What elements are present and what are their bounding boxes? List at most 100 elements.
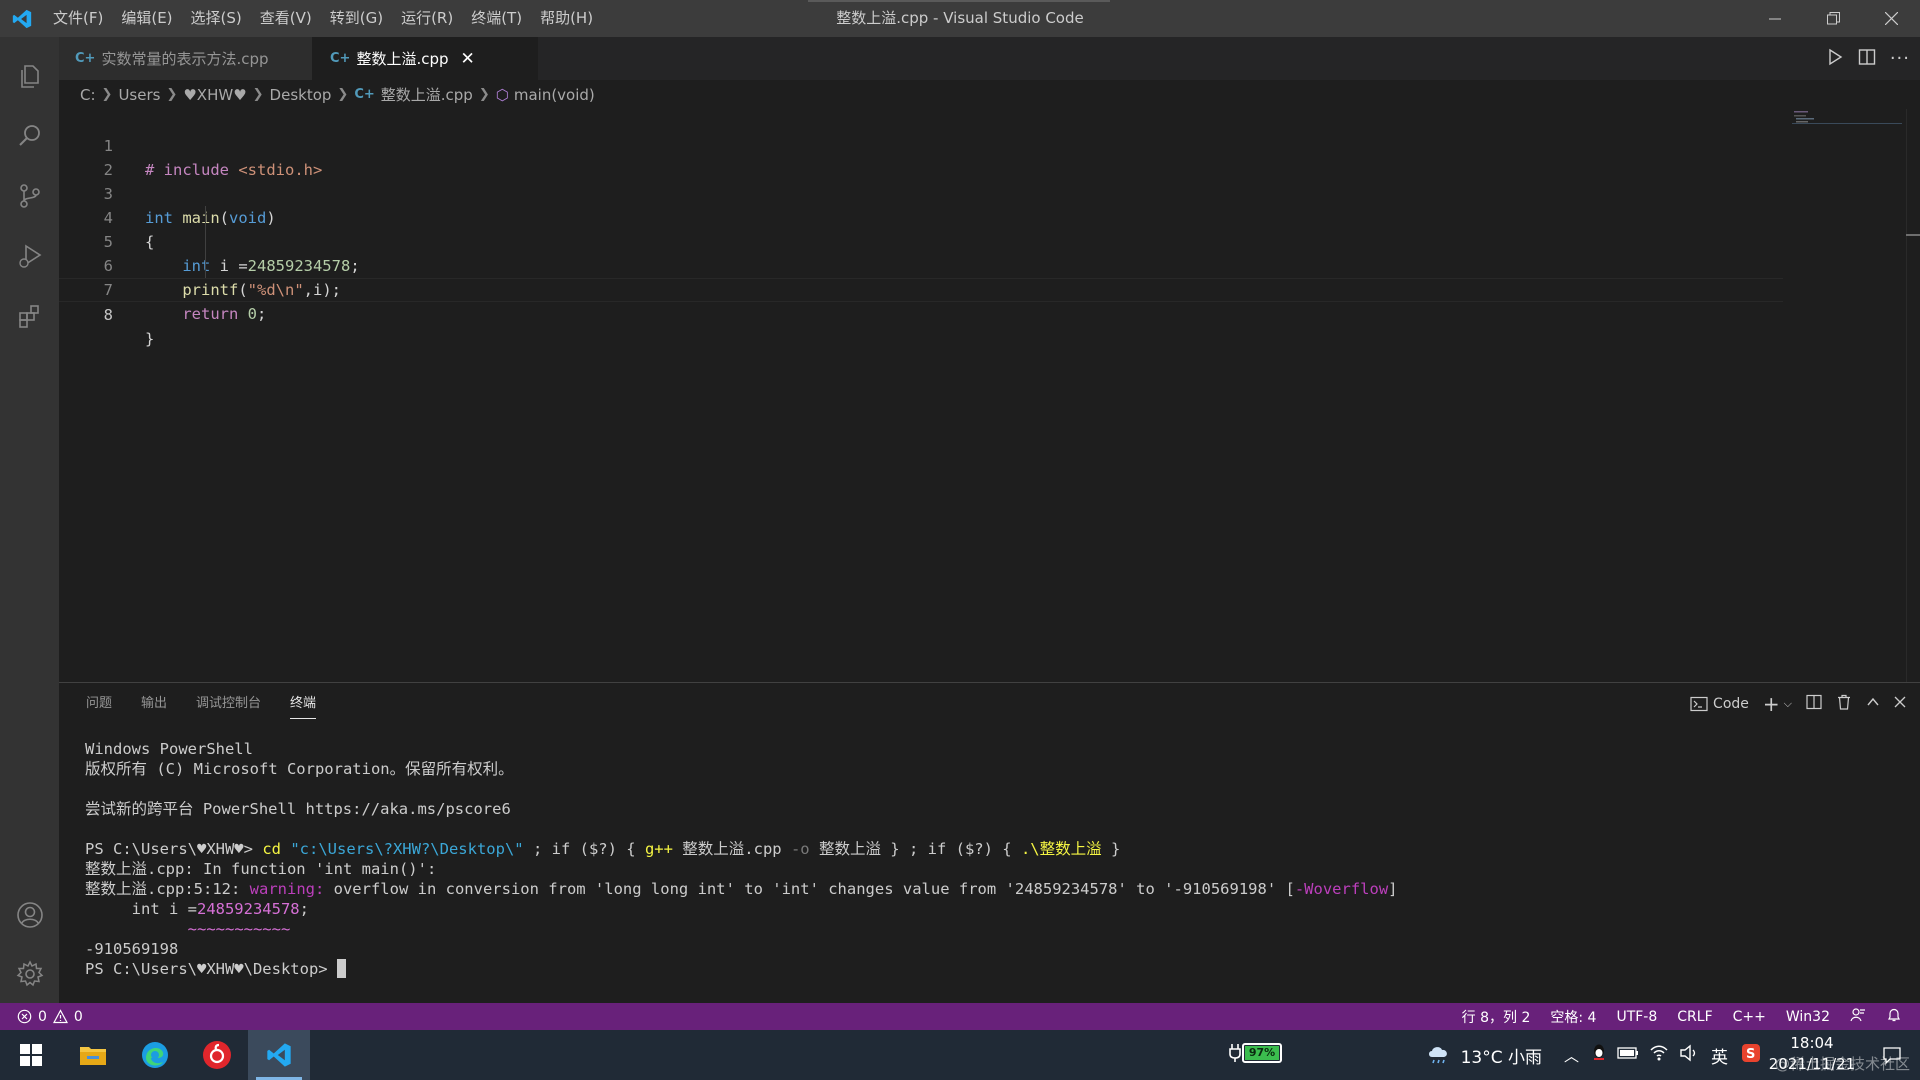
warn-message: overflow in conversion from 'long long i… bbox=[324, 880, 1295, 898]
tab-terminal[interactable]: 终端 bbox=[290, 683, 317, 725]
settings-gear-icon[interactable] bbox=[0, 945, 59, 1003]
window-controls bbox=[1746, 0, 1920, 37]
warn-location: 整数上溢.cpp:5:12: bbox=[85, 880, 250, 898]
tab-real-constants[interactable]: C+ 实数常量的表示方法.cpp bbox=[59, 37, 312, 80]
run-debug-icon[interactable] bbox=[0, 227, 59, 285]
close-tab-icon[interactable]: ✕ bbox=[461, 49, 475, 69]
terminal-squiggle-line: ~~~~~~~~~~~ bbox=[85, 919, 1905, 939]
breadcrumb-file[interactable]: 整数上溢.cpp bbox=[381, 84, 473, 105]
tab-debug-console[interactable]: 调试控制台 bbox=[196, 683, 261, 725]
svg-text:S: S bbox=[1746, 1047, 1755, 1062]
terminal-profile-selector[interactable]: Code bbox=[1690, 696, 1749, 712]
minimize-button[interactable] bbox=[1746, 0, 1804, 37]
tab-label: 实数常量的表示方法.cpp bbox=[101, 50, 269, 68]
code-line: 7 return 0; bbox=[59, 254, 1783, 323]
breadcrumb-users[interactable]: Users bbox=[118, 86, 160, 104]
accounts-icon[interactable] bbox=[0, 886, 59, 944]
notifications-bell-icon[interactable] bbox=[1886, 1007, 1902, 1027]
terminal-output[interactable]: Windows PowerShell 版权所有 (C) Microsoft Cor… bbox=[85, 739, 1905, 979]
title-bar: 文件(F) 编辑(E) 选择(S) 查看(V) 转到(G) 运行(R) 终端(T… bbox=[0, 0, 1920, 37]
breadcrumb: C: ❯ Users ❯ ♥XHW♥ ❯ Desktop ❯ C+ 整数上溢.c… bbox=[59, 80, 1920, 109]
search-icon[interactable] bbox=[0, 107, 59, 165]
end-of-line[interactable]: CRLF bbox=[1677, 1009, 1712, 1025]
battery-tray-icon[interactable] bbox=[1617, 1045, 1639, 1065]
error-count: 0 bbox=[38, 1008, 47, 1025]
explorer-icon[interactable] bbox=[0, 47, 59, 105]
watermark: @稀土掘金技术社区 bbox=[1774, 1055, 1910, 1073]
menu-help[interactable]: 帮助(H) bbox=[531, 0, 602, 37]
edge-browser-button[interactable] bbox=[124, 1030, 186, 1080]
split-editor-icon[interactable] bbox=[1858, 48, 1876, 70]
menu-terminal[interactable]: 终端(T) bbox=[462, 0, 531, 37]
split-terminal-icon[interactable] bbox=[1806, 694, 1822, 714]
qq-icon[interactable] bbox=[1591, 1043, 1607, 1068]
tab-output[interactable]: 输出 bbox=[141, 683, 167, 725]
menu-run[interactable]: 运行(R) bbox=[392, 0, 462, 37]
start-button[interactable] bbox=[0, 1030, 62, 1080]
menu-edit[interactable]: 编辑(E) bbox=[112, 0, 181, 37]
platform[interactable]: Win32 bbox=[1786, 1009, 1830, 1025]
cursor-position[interactable]: 行 8，列 2 bbox=[1462, 1007, 1531, 1027]
cpp-file-icon: C+ bbox=[330, 51, 351, 66]
editor-scrollbar[interactable] bbox=[1906, 109, 1920, 682]
close-icon bbox=[1884, 12, 1898, 25]
breadcrumb-drive[interactable]: C: bbox=[80, 86, 96, 104]
sogou-ime-icon[interactable]: S bbox=[1742, 1043, 1760, 1067]
menu-selection[interactable]: 选择(S) bbox=[182, 0, 251, 37]
battery-percent: 97% bbox=[1245, 1046, 1279, 1060]
tray-overflow-chevron-icon[interactable]: ︿ bbox=[1564, 1045, 1579, 1066]
language-mode[interactable]: C++ bbox=[1733, 1009, 1766, 1025]
breadcrumb-user[interactable]: ♥XHW♥ bbox=[183, 86, 246, 104]
encoding[interactable]: UTF-8 bbox=[1616, 1009, 1657, 1025]
problems-status[interactable]: 0 0 bbox=[17, 1009, 83, 1025]
terminal-icon bbox=[1690, 696, 1708, 712]
close-panel-icon[interactable] bbox=[1894, 696, 1906, 712]
chevron-down-icon[interactable]: ⌵ bbox=[1784, 697, 1792, 711]
cmd-run: .\整数上溢 bbox=[1020, 840, 1102, 858]
wifi-icon[interactable] bbox=[1649, 1044, 1669, 1067]
netease-music-icon bbox=[203, 1041, 231, 1069]
vscode-taskbar-button[interactable] bbox=[248, 1030, 310, 1080]
minimap[interactable] bbox=[1792, 109, 1902, 149]
run-code-icon[interactable] bbox=[1826, 48, 1844, 70]
windows-logo-icon bbox=[20, 1044, 42, 1066]
volume-icon[interactable] bbox=[1679, 1044, 1699, 1067]
tab-integer-overflow[interactable]: C+ 整数上溢.cpp ✕ bbox=[312, 37, 538, 80]
weather-icon[interactable] bbox=[1425, 1041, 1453, 1070]
code-editor[interactable]: 1 # include <stdio.h> 2 3 int main(void)… bbox=[59, 109, 1920, 682]
feedback-icon[interactable] bbox=[1850, 1007, 1866, 1027]
file-explorer-button[interactable] bbox=[62, 1030, 124, 1080]
terminal-source-line: int i =24859234578; bbox=[85, 899, 1905, 919]
indentation[interactable]: 空格: 4 bbox=[1550, 1007, 1596, 1027]
activity-bar bbox=[0, 37, 59, 1003]
line-number: 8 bbox=[103, 306, 113, 324]
breadcrumb-desktop[interactable]: Desktop bbox=[270, 86, 332, 104]
weather-text[interactable]: 13°C 小雨 bbox=[1461, 1043, 1542, 1068]
new-terminal-icon[interactable]: + bbox=[1763, 692, 1780, 716]
menu-file[interactable]: 文件(F) bbox=[44, 0, 112, 37]
close-window-button[interactable] bbox=[1862, 0, 1920, 37]
menu-go[interactable]: 转到(G) bbox=[321, 0, 392, 37]
code-text: } bbox=[145, 330, 155, 348]
editor-actions: ··· bbox=[1826, 37, 1910, 80]
symbol-method-icon: ⬡ bbox=[495, 85, 509, 104]
cpp-file-icon: C+ bbox=[75, 51, 96, 66]
kill-terminal-icon[interactable] bbox=[1836, 694, 1852, 714]
input-method-indicator[interactable]: 英 bbox=[1711, 1043, 1728, 1068]
source-control-icon[interactable] bbox=[0, 167, 59, 225]
breadcrumb-symbol[interactable]: main(void) bbox=[514, 86, 595, 104]
source-text: ; bbox=[299, 900, 309, 918]
code-line: 5 int i =24859234578; bbox=[59, 206, 1783, 275]
netease-music-button[interactable] bbox=[186, 1030, 248, 1080]
cmd-flag: -o bbox=[790, 840, 810, 858]
restore-button[interactable] bbox=[1804, 0, 1862, 37]
menu-view[interactable]: 查看(V) bbox=[251, 0, 321, 37]
extensions-icon[interactable] bbox=[0, 287, 59, 345]
cmd-cd: cd bbox=[262, 840, 281, 858]
cmd-gpp: g++ bbox=[644, 840, 673, 858]
more-actions-icon[interactable]: ··· bbox=[1890, 48, 1910, 69]
tab-problems[interactable]: 问题 bbox=[86, 683, 112, 725]
warn-bracket: ] bbox=[1388, 880, 1398, 898]
maximize-panel-icon[interactable] bbox=[1866, 695, 1880, 713]
battery-indicator[interactable]: 97% bbox=[1228, 1043, 1282, 1063]
